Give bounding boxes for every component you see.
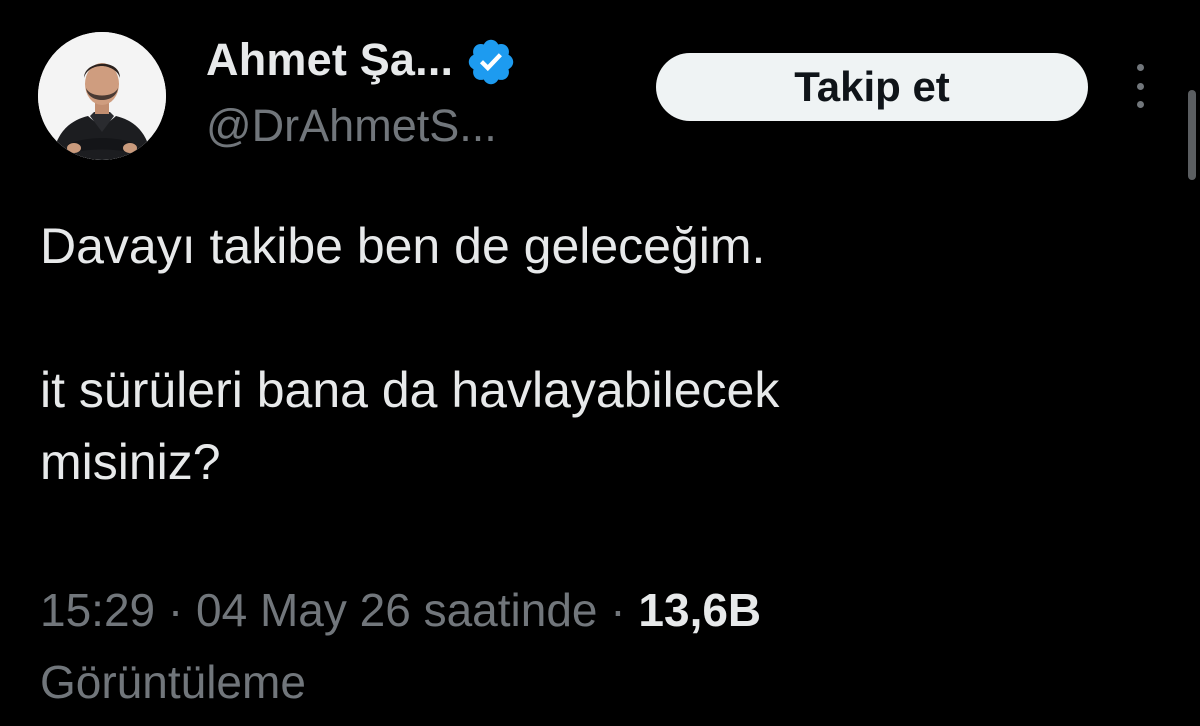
avatar-photo: [38, 32, 166, 160]
tweet-line-1: Davayı takibe ben de geleceğim.: [40, 218, 766, 274]
tweet-time[interactable]: 15:29: [40, 584, 155, 636]
tweet-meta: 15:29 · 04 May 26 saatinde · 13,6B Görün…: [40, 574, 1150, 718]
views-label[interactable]: Görüntüleme: [40, 646, 1150, 718]
meta-separator: ·: [597, 584, 639, 636]
author-name-row: Ahmet Şa...: [206, 30, 517, 90]
tweet-card: Ahmet Şa... @DrAhmetS... Takip et Davayı…: [0, 0, 1200, 726]
scrollbar-thumb[interactable]: [1188, 90, 1196, 180]
author-handle[interactable]: @DrAhmetS...: [206, 100, 497, 152]
verified-badge-icon[interactable]: [465, 36, 517, 88]
follow-button[interactable]: Takip et: [656, 53, 1088, 121]
more-vertical-icon[interactable]: [1128, 64, 1152, 108]
tweet-date[interactable]: 04 May 26 saatinde: [196, 584, 598, 636]
avatar[interactable]: [38, 32, 166, 160]
more-dot: [1136, 82, 1144, 90]
tweet-line-2: it sürüleri bana da havlayabilecek: [40, 362, 780, 418]
more-dot: [1136, 101, 1144, 108]
author-display-name[interactable]: Ahmet Şa...: [206, 34, 453, 86]
tweet-line-3: misiniz?: [40, 434, 221, 490]
views-count[interactable]: 13,6B: [638, 584, 761, 636]
more-dot: [1136, 64, 1144, 71]
meta-separator: ·: [155, 584, 197, 636]
tweet-text: Davayı takibe ben de geleceğim. it sürül…: [40, 210, 1150, 498]
